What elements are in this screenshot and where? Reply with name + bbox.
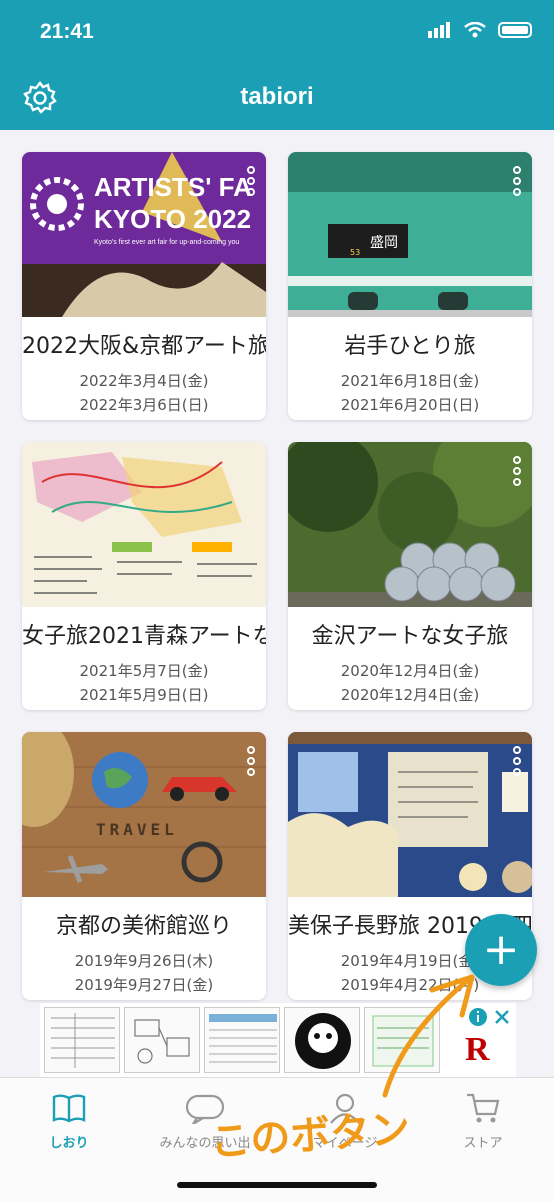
annotation-arrow xyxy=(382,974,475,1098)
home-indicator xyxy=(177,1182,377,1188)
